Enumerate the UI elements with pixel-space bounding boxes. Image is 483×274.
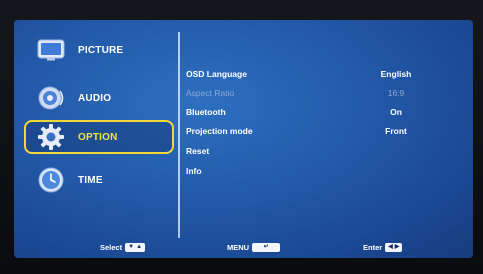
return-arrow-icon: ↵ xyxy=(263,243,269,250)
arrow-left-icon: ◀ xyxy=(388,243,393,250)
footer-select-label: Select xyxy=(100,242,123,252)
arrow-up-icon: ▲ xyxy=(136,243,143,250)
option-label: Reset xyxy=(186,146,210,156)
option-label: Aspect Ratio xyxy=(186,88,235,98)
speaker-icon xyxy=(36,85,66,111)
option-label: OSD Language xyxy=(186,69,247,79)
nav-item-time[interactable]: TIME xyxy=(26,162,180,198)
option-row-projection-mode[interactable]: Projection mode Front xyxy=(186,126,426,142)
arrow-right-icon: ▶ xyxy=(394,243,400,250)
option-label: Info xyxy=(186,166,202,176)
nav-label-audio: AUDIO xyxy=(78,92,112,104)
option-value: English xyxy=(380,69,412,79)
footer-menu-hint: MENU ↵ xyxy=(227,241,281,253)
nav-label-option: OPTION xyxy=(78,131,118,143)
nav-item-audio[interactable]: AUDIO xyxy=(26,80,180,116)
option-row-aspect-ratio: Aspect Ratio 16:9 xyxy=(186,88,426,104)
menu-key: ↵ xyxy=(252,242,281,252)
option-row-info[interactable]: Info xyxy=(186,166,426,182)
select-key: ▼ ▲ xyxy=(125,242,146,252)
option-row-osd-language[interactable]: OSD Language English xyxy=(186,69,426,85)
clock-icon xyxy=(36,167,66,193)
footer-enter-label: Enter xyxy=(363,242,383,252)
nav-item-picture[interactable]: PICTURE xyxy=(26,32,180,68)
gear-icon xyxy=(36,124,66,150)
option-value: 16:9 xyxy=(387,88,405,98)
option-label: Projection mode xyxy=(186,126,253,136)
option-row-reset[interactable]: Reset xyxy=(186,146,426,162)
arrow-down-icon: ▼ xyxy=(128,243,135,250)
option-value: On xyxy=(390,107,402,117)
nav-label-time: TIME xyxy=(78,174,103,186)
nav-label-picture: PICTURE xyxy=(78,44,124,56)
option-value: Front xyxy=(385,126,407,136)
nav-item-option[interactable]: OPTION xyxy=(24,120,174,154)
osd-menu-screen: PICTURE AUDIO OPTION TIME OSD Language E… xyxy=(14,20,473,258)
menu-divider xyxy=(178,32,180,238)
picture-icon xyxy=(36,37,66,63)
footer-enter-hint: Enter ◀ ▶ xyxy=(363,241,403,253)
footer-select-hint: Select ▼ ▲ xyxy=(100,241,146,253)
footer-menu-label: MENU xyxy=(227,242,250,252)
option-label: Bluetooth xyxy=(186,107,226,117)
option-row-bluetooth[interactable]: Bluetooth On xyxy=(186,107,426,123)
enter-key: ◀ ▶ xyxy=(385,242,403,252)
